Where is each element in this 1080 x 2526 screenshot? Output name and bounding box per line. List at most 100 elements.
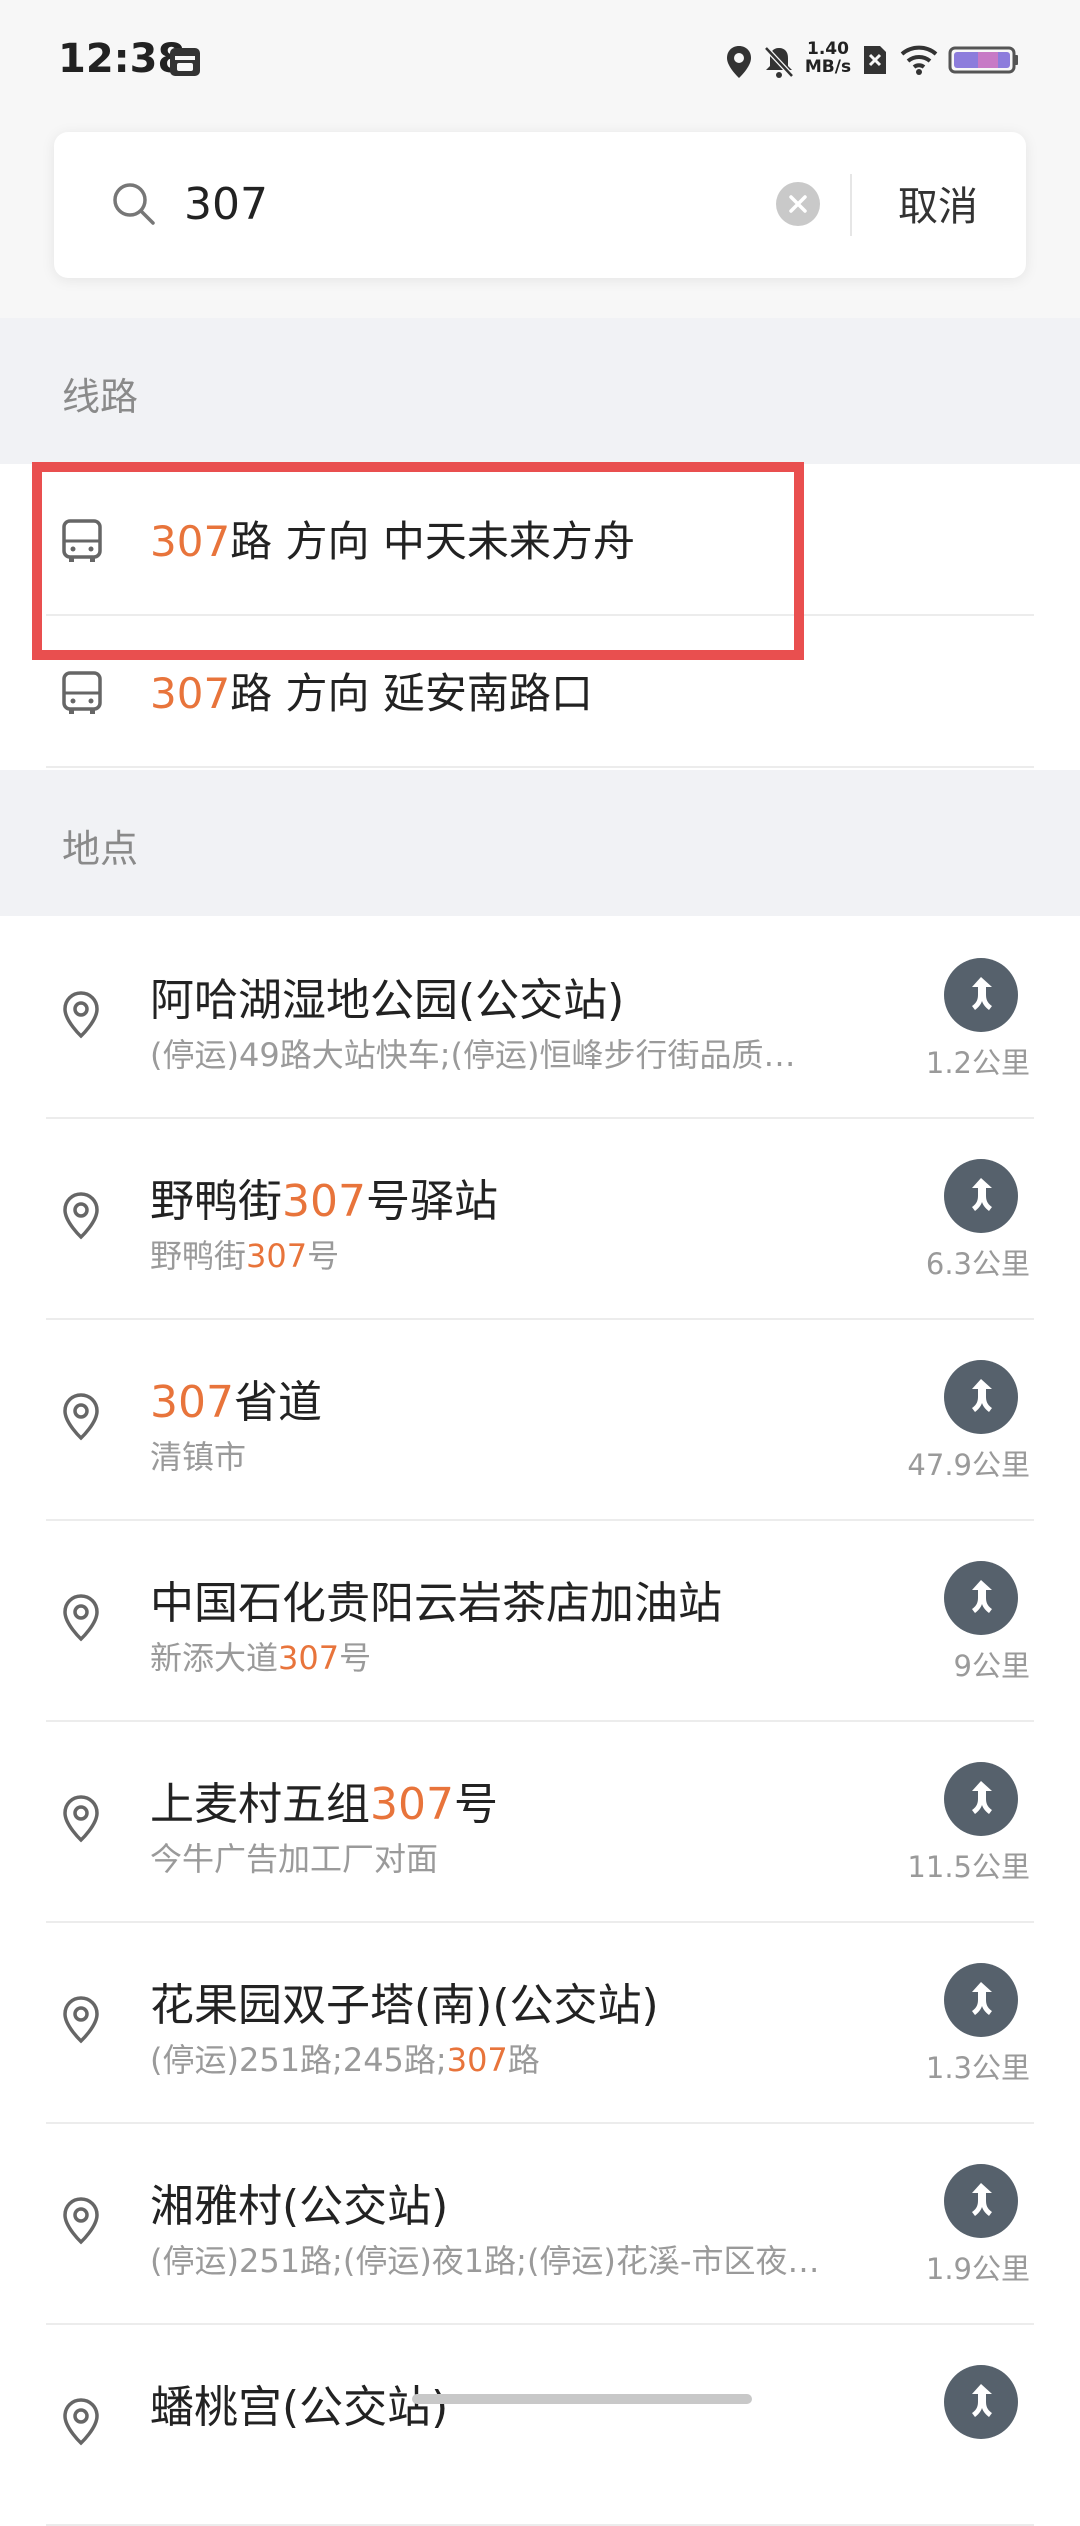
place-desc-text-end: 号 bbox=[339, 1639, 372, 1677]
location-pin-icon bbox=[60, 1392, 102, 1446]
navigate-button[interactable] bbox=[944, 1963, 1018, 2037]
location-pin-icon bbox=[60, 1995, 102, 2049]
navigate-button[interactable] bbox=[944, 1360, 1018, 1434]
navigate-arrow-icon bbox=[972, 1982, 992, 2015]
place-distance: 6.3公里 bbox=[925, 1247, 1030, 1281]
place-item[interactable]: 阿哈湖湿地公园(公交站) (停运)49路大站快车;(停运)恒峰步行街品质… 1.2公… bbox=[0, 918, 1080, 1119]
mute-icon bbox=[762, 44, 796, 84]
location-pin-icon bbox=[60, 1794, 102, 1848]
routes-section-title: 线路 bbox=[62, 375, 139, 419]
place-distance: 1.3公里 bbox=[925, 2051, 1030, 2085]
location-pin-icon bbox=[60, 1593, 102, 1647]
place-desc-text: (停运)251路;(停运)夜1路;(停运)花溪-市区夜… bbox=[150, 2242, 820, 2280]
search-bar: 取消 bbox=[54, 132, 1026, 278]
place-name-text: 花果园双子塔(南)(公交站) bbox=[150, 1980, 659, 2031]
network-speed: 1.40 MB/s bbox=[800, 40, 856, 76]
navigate-arrow-icon bbox=[972, 977, 992, 1010]
place-desc-highlight: 307 bbox=[278, 1639, 340, 1677]
place-distance: 11.5公里 bbox=[907, 1850, 1030, 1884]
place-description: (停运)49路大站快车;(停运)恒峰步行街品质… bbox=[150, 1030, 890, 1076]
bus-icon bbox=[60, 670, 104, 720]
place-name: 上麦村五组307号 bbox=[150, 1768, 498, 1832]
place-name: 花果园双子塔(南)(公交站) bbox=[150, 1969, 659, 2033]
network-speed-value: 1.40 bbox=[807, 39, 849, 59]
place-name-text-end: 号驿站 bbox=[365, 1176, 498, 1227]
location-pin-icon bbox=[60, 2196, 102, 2250]
navigate-button[interactable] bbox=[944, 2365, 1018, 2439]
place-desc-text-end: 号 bbox=[307, 1237, 340, 1275]
calendar-icon bbox=[168, 44, 202, 82]
status-bar: 12:38 1.40 MB/s bbox=[0, 0, 1080, 125]
place-name-highlight: 307 bbox=[370, 1779, 454, 1830]
search-divider bbox=[850, 174, 852, 236]
place-desc-highlight: 307 bbox=[446, 2041, 508, 2079]
place-description: 野鸭街307号 bbox=[150, 1231, 890, 1277]
place-name: 阿哈湖湿地公园(公交站) bbox=[150, 964, 624, 1028]
route-title: 307路 方向 中天未来方舟 bbox=[150, 508, 635, 569]
place-item[interactable]: 中国石化贵阳云岩茶店加油站新添大道307号 9公里 bbox=[0, 1521, 1080, 1722]
place-item[interactable]: 上麦村五组307号今牛广告加工厂对面 11.5公里 bbox=[0, 1722, 1080, 1923]
navigate-button[interactable] bbox=[944, 1762, 1018, 1836]
home-indicator bbox=[412, 2394, 752, 2404]
search-input[interactable] bbox=[184, 162, 804, 246]
place-description: (停运)251路;(停运)夜1路;(停运)花溪-市区夜… bbox=[150, 2236, 890, 2282]
location-icon bbox=[724, 44, 754, 84]
place-desc-text: 新添大道 bbox=[150, 1639, 279, 1677]
location-pin-icon bbox=[60, 1191, 102, 1245]
route-direction: 路 方向 中天未来方舟 bbox=[230, 517, 635, 566]
navigate-arrow-icon bbox=[972, 1781, 992, 1814]
place-distance: 1.2公里 bbox=[925, 1046, 1030, 1080]
place-distance: 1.9公里 bbox=[925, 2252, 1030, 2286]
location-pin-icon bbox=[60, 2397, 102, 2451]
close-icon bbox=[789, 195, 807, 213]
place-desc-highlight: 307 bbox=[246, 1237, 308, 1275]
place-desc-text: (停运)49路大站快车;(停运)恒峰步行街品质… bbox=[150, 1036, 796, 1074]
navigate-button[interactable] bbox=[944, 958, 1018, 1032]
place-name-highlight: 307 bbox=[150, 1377, 234, 1428]
place-description: 今牛广告加工厂对面 bbox=[150, 1834, 890, 1880]
route-number: 307 bbox=[150, 669, 231, 718]
places-section-header: 地点 bbox=[0, 770, 1080, 916]
place-name-text: 野鸭街 bbox=[150, 1176, 282, 1227]
place-name: 307省道 bbox=[150, 1366, 322, 1430]
location-pin-icon bbox=[60, 990, 102, 1044]
place-desc-text: 今牛广告加工厂对面 bbox=[150, 1840, 439, 1878]
place-item[interactable]: 花果园双子塔(南)(公交站) (停运)251路;245路;307路 1.3公里 bbox=[0, 1923, 1080, 2124]
wifi-icon bbox=[900, 44, 938, 80]
place-description: 清镇市 bbox=[150, 1432, 890, 1478]
place-name-text-end: 省道 bbox=[233, 1377, 322, 1428]
navigate-arrow-icon bbox=[972, 1379, 992, 1412]
place-name: 野鸭街307号驿站 bbox=[150, 1165, 498, 1229]
route-item[interactable]: 307路 方向 中天未来方舟 bbox=[0, 464, 1080, 616]
place-item[interactable]: 湘雅村(公交站) (停运)251路;(停运)夜1路;(停运)花溪-市区夜… 1.9公… bbox=[0, 2124, 1080, 2325]
sim-off-icon bbox=[862, 44, 888, 80]
place-name-text: 阿哈湖湿地公园(公交站) bbox=[150, 975, 625, 1026]
place-name-highlight: 307 bbox=[282, 1176, 366, 1227]
place-item[interactable]: 野鸭街307号驿站 野鸭街307号 6.3公里 bbox=[0, 1119, 1080, 1320]
navigate-button[interactable] bbox=[944, 1159, 1018, 1233]
routes-section-header: 线路 bbox=[0, 318, 1080, 464]
cancel-button[interactable]: 取消 bbox=[898, 174, 978, 232]
place-desc-text: 野鸭街 bbox=[150, 1237, 247, 1275]
place-name: 中国石化贵阳云岩茶店加油站 bbox=[150, 1567, 722, 1631]
place-description: (停运)251路;245路;307路 bbox=[150, 2035, 890, 2081]
place-distance: 9公里 bbox=[953, 1649, 1030, 1683]
route-item[interactable]: 307路 方向 延安南路口 bbox=[0, 616, 1080, 768]
route-title: 307路 方向 延安南路口 bbox=[150, 660, 593, 721]
place-name-text-end: 号 bbox=[453, 1779, 498, 1830]
place-distance: 47.9公里 bbox=[907, 1448, 1030, 1482]
place-desc-text: (停运)251路;245路; bbox=[150, 2041, 447, 2079]
place-desc-text-end: 路 bbox=[507, 2041, 540, 2079]
navigate-button[interactable] bbox=[944, 2164, 1018, 2238]
navigate-arrow-icon bbox=[972, 2183, 992, 2216]
navigate-button[interactable] bbox=[944, 1561, 1018, 1635]
search-icon bbox=[110, 180, 158, 232]
navigate-arrow-icon bbox=[972, 1178, 992, 1211]
place-item[interactable]: 307省道清镇市 47.9公里 bbox=[0, 1320, 1080, 1521]
route-direction: 路 方向 延安南路口 bbox=[230, 669, 593, 718]
clear-search-button[interactable] bbox=[776, 182, 820, 226]
place-desc-text: 清镇市 bbox=[150, 1438, 247, 1476]
place-item[interactable]: 蟠桃宫(公交站) bbox=[0, 2325, 1080, 2526]
navigate-arrow-icon bbox=[972, 1580, 992, 1613]
battery-icon bbox=[948, 44, 1020, 80]
